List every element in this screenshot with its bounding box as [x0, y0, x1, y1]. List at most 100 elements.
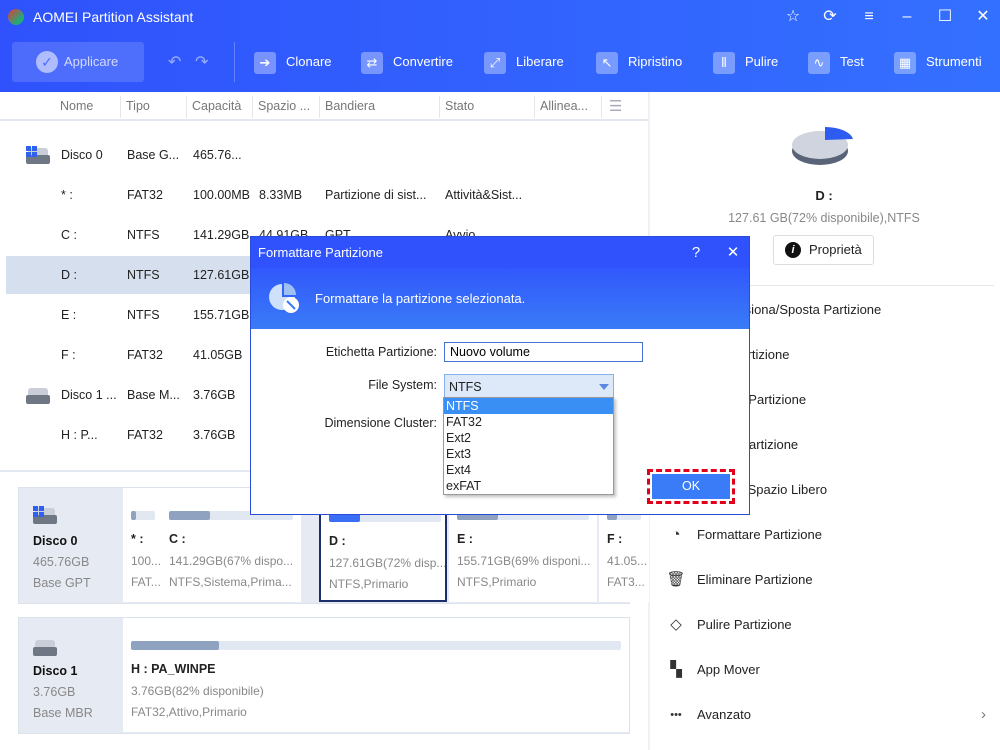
file-system-option[interactable]: Ext3 [444, 446, 613, 462]
partition-block[interactable]: * : 100.... FAT... [123, 488, 163, 602]
test-label: Test [840, 54, 864, 69]
disk-card-1[interactable]: Disco 1 3.76GB Base MBR H : PA_WINPE 3.76… [18, 617, 630, 734]
operation-label: Eliminare Partizione [697, 572, 813, 587]
title-bar: AOMEI Partition Assistant ☆ ⟳ ≡ – ☐ ✕ [0, 0, 1000, 34]
col-capacity[interactable]: Capacità [192, 99, 241, 113]
convert-button[interactable]: ⇄ Convertire [361, 42, 453, 82]
partition-label-label: Etichetta Partizione: [325, 345, 437, 359]
recovery-label: Ripristino [628, 54, 683, 69]
apply-button[interactable]: ✓ Applicare [12, 42, 144, 82]
partition-capacity: 141.29GB(67% dispo... [169, 554, 294, 568]
file-system-option[interactable]: Ext2 [444, 430, 613, 446]
cell-name: Disco 0 [61, 148, 103, 162]
partition-flags: NTFS,Sistema,Prima... [169, 575, 292, 589]
tools-icon: ▦ [894, 51, 916, 74]
col-divider [252, 96, 253, 118]
operation-trash[interactable]: 🗑 Eliminare Partizione [660, 562, 996, 598]
cell-type: FAT32 [127, 188, 163, 202]
cell-cap: 3.76GB [193, 388, 236, 402]
dropdown-arrow-icon [599, 384, 609, 390]
operation-label: Pulire Partizione [697, 617, 792, 632]
clone-label: Clonare [286, 54, 332, 69]
close-icon[interactable]: ✕ [971, 6, 995, 28]
format-icon: ◔ [671, 526, 681, 543]
disk-name: Disco 1 [33, 664, 78, 678]
wipe-button[interactable]: ⦀ Pulire [713, 42, 778, 82]
operation-app-mover[interactable]: ▚ App Mover [660, 652, 996, 688]
file-system-option[interactable]: FAT32 [444, 414, 613, 430]
usage-fill [169, 511, 210, 520]
cell-cap: 3.76GB [193, 428, 236, 442]
col-align[interactable]: Allinea... [540, 99, 588, 113]
partition-capacity: 155.71GB(69% disponi... [457, 554, 591, 568]
file-system-option[interactable]: Ext4 [444, 462, 613, 478]
cell-flag: Partizione di sist... [325, 188, 427, 202]
file-system-label: File System: [368, 378, 437, 392]
free-up-label: Liberare [516, 54, 564, 69]
column-settings-icon[interactable]: ☰ [609, 97, 622, 115]
trash-icon: 🗑 [666, 571, 686, 588]
tools-button[interactable]: ▦ Strumenti [894, 42, 982, 82]
cell-state: Attività&Sist... [445, 188, 523, 202]
clone-button[interactable]: ➔ Clonare [254, 42, 332, 82]
cell-type: Base G... [127, 148, 180, 162]
star-icon[interactable]: ☆ [781, 6, 805, 28]
disk-row[interactable]: Disco 0 Base G... 465.76... [6, 136, 648, 174]
col-used[interactable]: Spazio ... [258, 99, 310, 113]
operation-label: App Mover [697, 662, 760, 677]
col-state[interactable]: Stato [445, 99, 474, 113]
cell-cap: 41.05GB [193, 348, 243, 362]
minimize-icon[interactable]: – [895, 6, 919, 28]
app-title: AOMEI Partition Assistant [33, 9, 194, 25]
cell-type: FAT32 [127, 428, 163, 442]
free-up-button[interactable]: ⤢ Liberare [484, 42, 564, 82]
refresh-icon[interactable]: ⟳ [818, 6, 842, 28]
partition-label: D : [329, 534, 346, 548]
cell-name: Disco 1 ... [61, 388, 117, 402]
operation-more[interactable]: ••• Avanzato › [660, 697, 996, 733]
col-name[interactable]: Nome [60, 99, 93, 113]
toolbar: ✓ Applicare ↶ ↷ ➔ Clonare ⇄ Convertire ⤢ Lib… [0, 40, 1000, 86]
partition-label-input[interactable] [444, 342, 643, 362]
properties-label: Proprietà [809, 242, 862, 257]
cell-name: E : [61, 308, 77, 322]
apply-label: Applicare [64, 54, 119, 69]
file-system-option[interactable]: exFAT [444, 478, 613, 494]
partition-flags: FAT32,Attivo,Primario [131, 705, 247, 719]
operation-eraser[interactable]: ◇ Pulire Partizione [660, 607, 996, 643]
file-system-option[interactable]: NTFS [444, 398, 613, 414]
partition-capacity: 3.76GB(82% disponibile) [131, 684, 264, 698]
test-button[interactable]: ∿ Test [808, 42, 864, 82]
selected-partition-name: D : [815, 188, 833, 203]
disk-icon [26, 386, 50, 404]
properties-button[interactable]: i Proprietà [773, 235, 874, 265]
close-dialog-icon[interactable]: ✕ [721, 237, 745, 268]
more-icon: ••• [670, 709, 682, 721]
col-flag[interactable]: Bandiera [325, 99, 375, 113]
cell-type: Base M... [127, 388, 180, 402]
partition-label: * : [131, 532, 144, 546]
ok-button[interactable]: OK [652, 474, 730, 499]
redo-icon[interactable]: ↷ [195, 52, 208, 72]
menu-icon[interactable]: ≡ [857, 6, 881, 28]
chevron-right-icon: › [981, 706, 986, 723]
cell-cap: 155.71GB [193, 308, 250, 322]
partition-row[interactable]: * : FAT32 100.00MB 8.33MB Partizione di sist… [6, 176, 648, 214]
toolbar-divider [234, 42, 235, 82]
operation-format[interactable]: ◔ Formattare Partizione [660, 517, 996, 553]
undo-icon[interactable]: ↶ [168, 52, 181, 72]
partition-pie-chart [792, 126, 853, 165]
maximize-icon[interactable]: ☐ [933, 6, 957, 28]
file-system-select[interactable]: NTFS [444, 374, 614, 398]
cluster-size-label: Dimensione Cluster: [324, 416, 437, 430]
cell-cap: 141.29GB [193, 228, 250, 242]
partition-label: E : [457, 532, 473, 546]
help-icon[interactable]: ? [684, 237, 708, 268]
partition-capacity: 41.05... [607, 554, 648, 568]
recovery-button[interactable]: ↖ Ripristino [596, 42, 682, 82]
col-type[interactable]: Tipo [126, 99, 150, 113]
partition-block[interactable]: H : PA_WINPE 3.76GB(82% disponibile) FAT32… [123, 618, 629, 732]
disk-icon [33, 506, 57, 524]
usage-fill [131, 511, 136, 520]
cell-name: F : [61, 348, 76, 362]
